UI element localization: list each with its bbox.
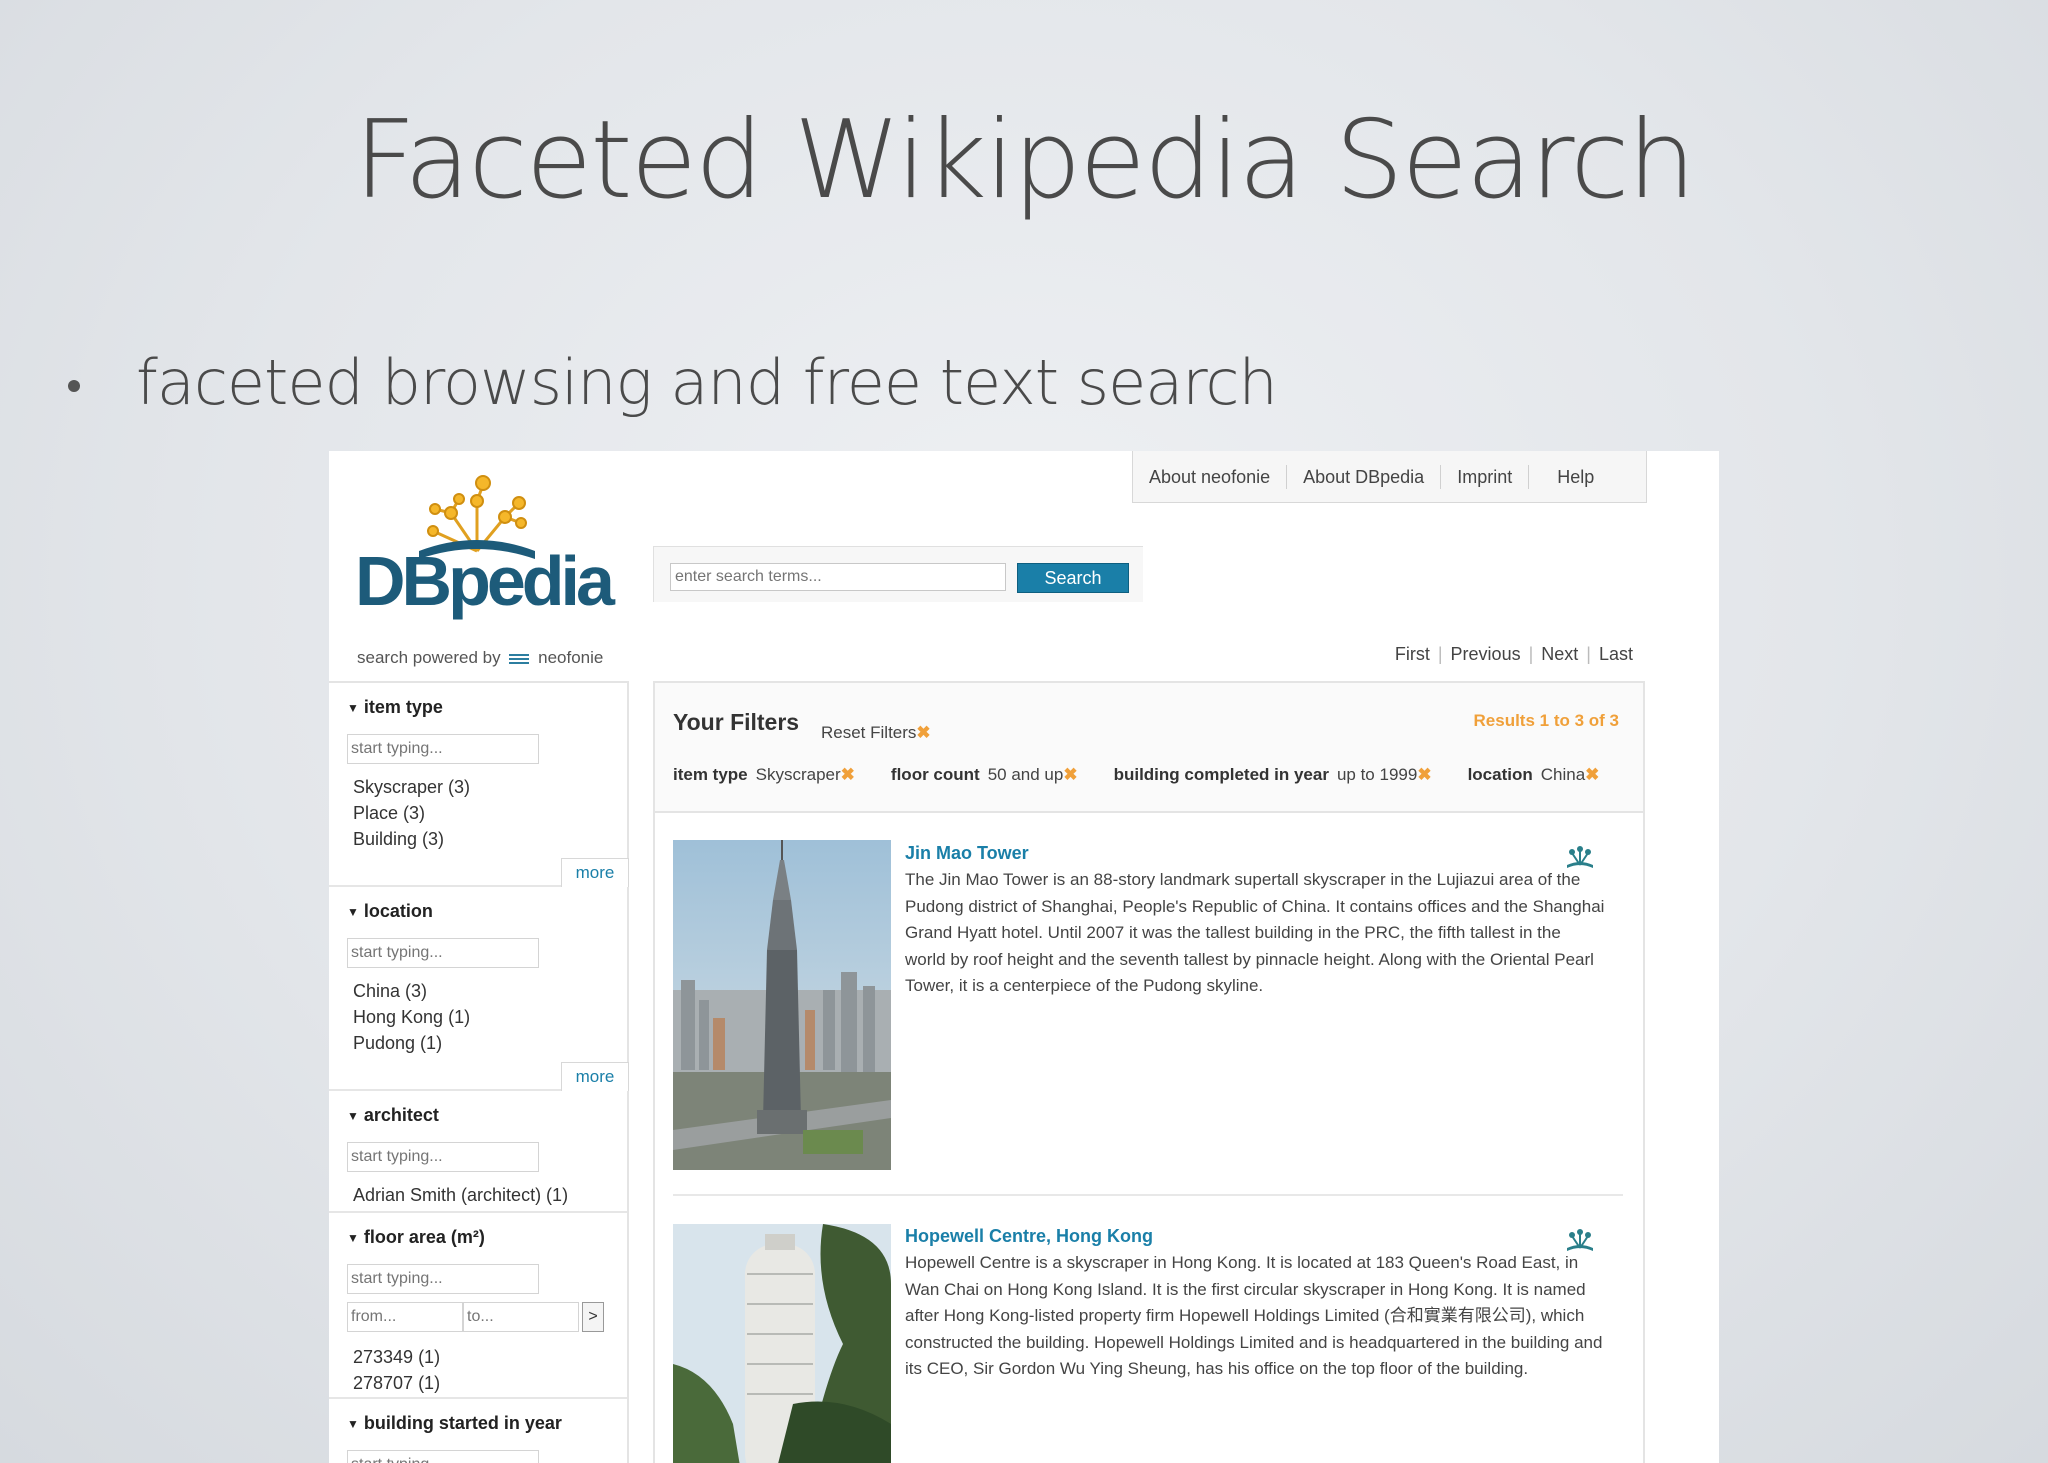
active-filter: item type Skyscraper✖ [673, 765, 855, 784]
result-snippet: Hopewell Centre is a skyscraper in Hong … [905, 1253, 1603, 1378]
triangle-down-icon: ▼ [347, 1416, 359, 1431]
result-thumbnail[interactable] [673, 1224, 891, 1463]
facet-filter-input[interactable] [347, 734, 539, 764]
facet-list: China (3) Hong Kong (1) Pudong (1) [347, 978, 627, 1056]
facet-filter-input[interactable] [347, 1450, 539, 1463]
facet-list: Skyscraper (3) Place (3) Building (3) [347, 774, 627, 852]
facet-option[interactable]: Place (3) [347, 800, 627, 826]
neofonie-icon [509, 652, 530, 666]
facet-option[interactable]: 278707 (1) [347, 1370, 627, 1396]
facet-list: Adrian Smith (architect) (1) [347, 1182, 627, 1208]
facet-option[interactable]: Hong Kong (1) [347, 1004, 627, 1030]
facet-list: 273349 (1) 278707 (1) [347, 1344, 627, 1396]
result-title-link[interactable]: Hopewell Centre, Hong Kong [905, 1226, 1153, 1247]
remove-filter-icon[interactable]: ✖ [1063, 765, 1077, 784]
remove-filter-icon[interactable]: ✖ [1585, 765, 1599, 784]
facet-sidebar: ▼item type Skyscraper (3) Place (3) Buil… [329, 681, 629, 1463]
wikipedia-icon[interactable] [1563, 845, 1597, 869]
facet-architect: ▼architect Adrian Smith (architect) (1) [329, 1091, 627, 1213]
triangle-down-icon: ▼ [347, 700, 359, 715]
bullet-dot [68, 379, 80, 392]
dbpedia-logo[interactable]: DBpedia search powered by neofonie [355, 471, 615, 667]
active-filters: item type Skyscraper✖ floor count 50 and u… [673, 765, 1635, 785]
result-title-link[interactable]: Jin Mao Tower [905, 843, 1029, 864]
pager-last[interactable]: Last [1599, 644, 1633, 665]
slide-bullet: faceted browsing and free text search [68, 346, 1278, 419]
facet-option[interactable]: Adrian Smith (architect) (1) [347, 1182, 627, 1208]
wikipedia-icon[interactable] [1563, 1228, 1597, 1252]
close-icon[interactable]: ✖ [916, 723, 930, 742]
nav-help[interactable]: Help [1529, 465, 1622, 489]
result-item: Hopewell Centre, Hong Kong Hopewell Cent… [673, 1196, 1623, 1463]
facet-option[interactable]: China (3) [347, 978, 627, 1004]
top-nav: About neofonie About DBpedia Imprint Hel… [1132, 451, 1647, 503]
facet-option[interactable]: Building (3) [347, 826, 627, 852]
nav-about-neofonie[interactable]: About neofonie [1133, 464, 1288, 489]
triangle-down-icon: ▼ [347, 1108, 359, 1123]
facet-title[interactable]: ▼ floor area (m²) [347, 1227, 627, 1248]
active-filter: building completed in year up to 1999✖ [1113, 765, 1432, 784]
results-count: Results 1 to 3 of 3 [1473, 711, 1619, 730]
pager-separator: | [1528, 644, 1534, 664]
search-box: Search [653, 546, 1143, 602]
range-to-input[interactable] [463, 1302, 579, 1332]
triangle-down-icon: ▼ [347, 1230, 359, 1245]
search-input[interactable] [670, 563, 1006, 591]
facet-location: ▼location China (3) Hong Kong (1) Pudong… [329, 887, 629, 1091]
facet-filter-input[interactable] [347, 938, 539, 968]
pager-previous[interactable]: Previous [1451, 644, 1521, 665]
search-button[interactable]: Search [1017, 563, 1129, 593]
nav-about-dbpedia[interactable]: About DBpedia [1287, 464, 1442, 489]
powered-by-label: search powered by [357, 648, 501, 667]
filters-panel: Your Filters Reset Filters✖ Results 1 to… [653, 681, 1645, 813]
remove-filter-icon[interactable]: ✖ [841, 765, 855, 784]
result-thumbnail[interactable] [673, 840, 891, 1170]
pager-separator: | [1586, 644, 1591, 664]
range-from-input[interactable] [347, 1302, 463, 1332]
hopewell-centre-image [673, 1224, 891, 1463]
facet-floor-area: ▼floor area (m²) > 273349 (1) 278707 (1) [329, 1213, 627, 1399]
facet-option[interactable]: Pudong (1) [347, 1030, 627, 1056]
remove-filter-icon[interactable]: ✖ [1417, 765, 1431, 784]
facet-title[interactable]: ▼ location [347, 901, 627, 922]
results-list: Jin Mao Tower The Jin Mao Tower is an 88… [653, 811, 1645, 1463]
facet-option[interactable]: 273349 (1) [347, 1344, 627, 1370]
bullet-text: faceted browsing and free text search [136, 346, 1278, 419]
filters-title: Your Filters [673, 709, 800, 735]
active-filter: location China✖ [1467, 765, 1600, 784]
pager-next[interactable]: Next [1541, 644, 1578, 665]
more-button[interactable]: more [561, 1062, 629, 1091]
facet-filter-input[interactable] [347, 1142, 539, 1172]
jin-mao-tower-image [673, 840, 891, 1170]
facet-filter-input[interactable] [347, 1264, 539, 1294]
logo-wordmark: DBpedia [355, 542, 615, 620]
facet-title[interactable]: ▼ architect [347, 1105, 627, 1126]
active-filter: floor count 50 and up✖ [890, 765, 1078, 784]
facet-title[interactable]: ▼ item type [347, 697, 627, 718]
reset-filters-button[interactable]: Reset Filters✖ [821, 723, 931, 743]
neofonie-brand: neofonie [538, 648, 604, 667]
pager: First | Previous | Next | Last [1395, 644, 1633, 665]
slide-title: Faceted Wikipedia Search [354, 98, 1696, 223]
range-row: > [347, 1302, 627, 1332]
facet-title[interactable]: ▼ building started in year [347, 1413, 627, 1434]
more-button[interactable]: more [561, 858, 629, 887]
result-item: Jin Mao Tower The Jin Mao Tower is an 88… [673, 811, 1623, 1196]
screenshot-frame: About neofonie About DBpedia Imprint Hel… [329, 451, 1719, 1463]
triangle-down-icon: ▼ [347, 904, 359, 919]
pager-first[interactable]: First [1395, 644, 1430, 665]
powered-by: search powered by neofonie [357, 648, 603, 668]
range-apply-button[interactable]: > [582, 1302, 604, 1332]
facet-item-type: ▼item type Skyscraper (3) Place (3) Buil… [329, 683, 629, 887]
result-snippet: The Jin Mao Tower is an 88-story landmar… [905, 870, 1605, 995]
pager-separator: | [1437, 644, 1443, 664]
facet-building-started: ▼ building started in year [329, 1399, 627, 1463]
facet-option[interactable]: Skyscraper (3) [347, 774, 627, 800]
nav-imprint[interactable]: Imprint [1441, 464, 1530, 489]
